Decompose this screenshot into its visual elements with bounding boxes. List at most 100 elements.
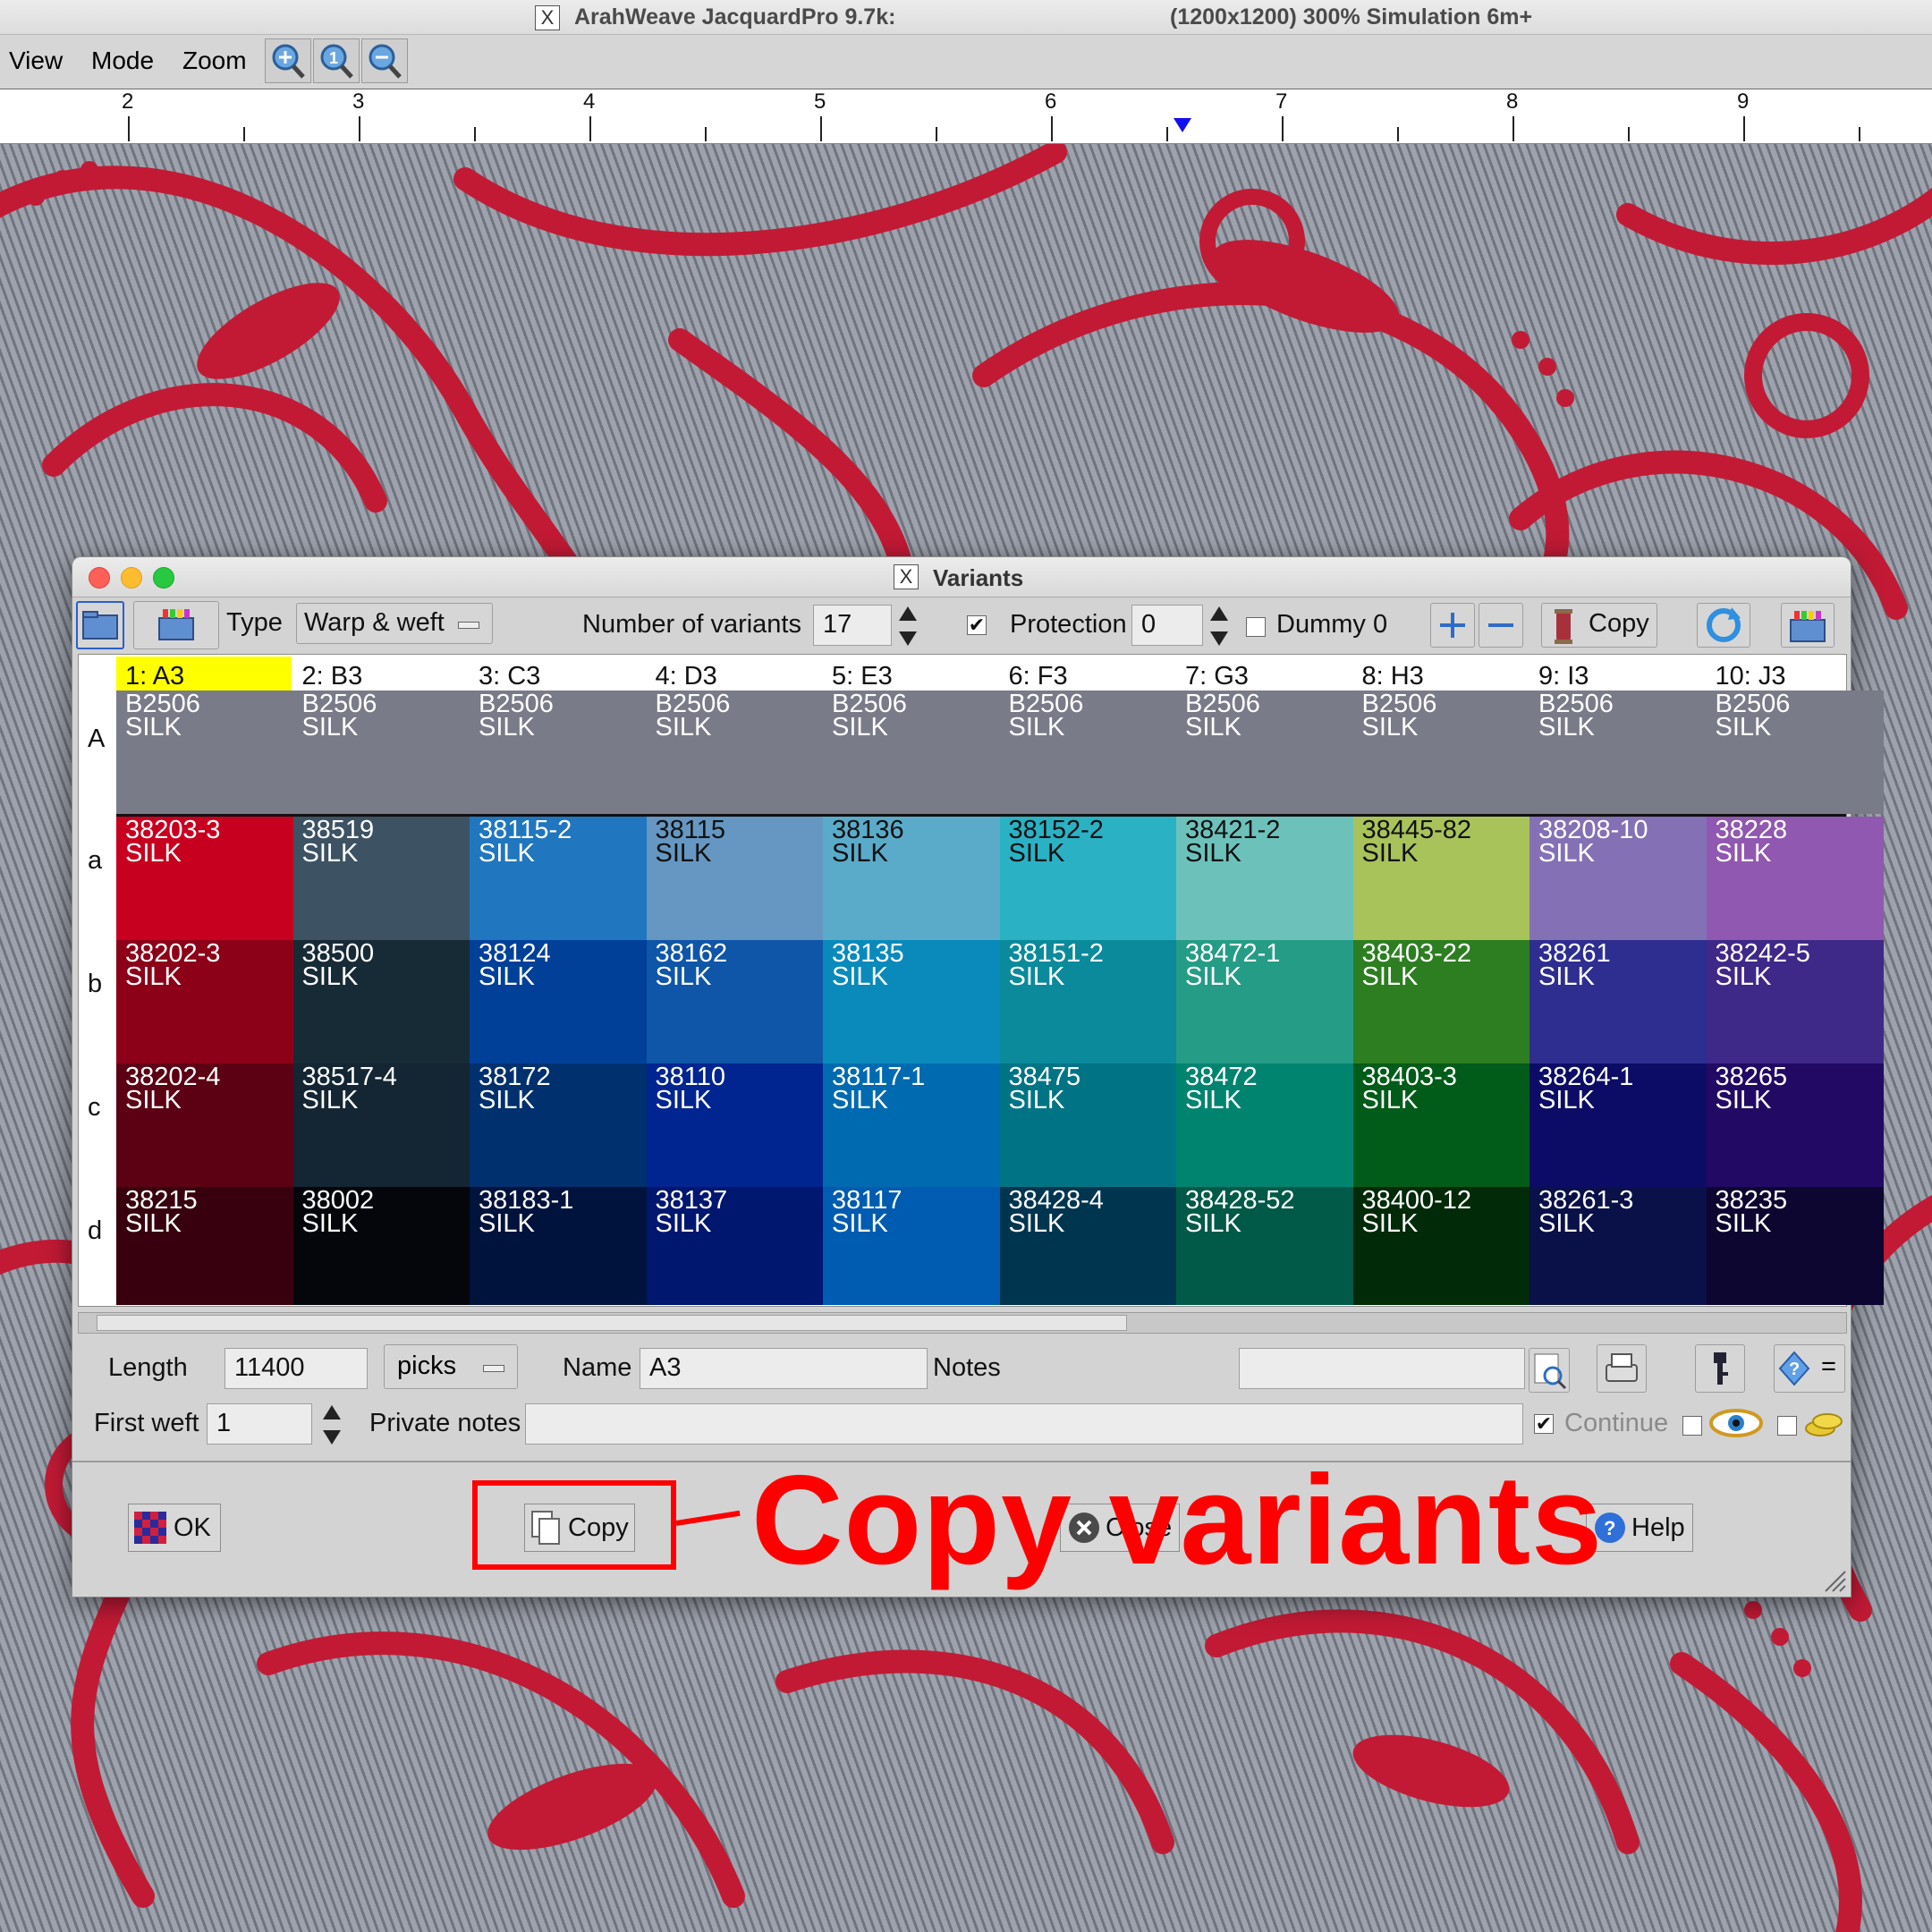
yarn-cell[interactable]: B2506 SILK [292,691,470,814]
yarn-cell[interactable]: 38264-1 SILK [1530,1063,1707,1187]
zoom-in-button[interactable] [265,38,311,83]
name-input[interactable]: A3 [640,1348,928,1389]
yarn-cell[interactable]: 38208-10 SILK [1530,817,1707,940]
minimize-window-button[interactable] [121,567,142,589]
yarn-cell[interactable]: B2506 SILK [1706,691,1884,814]
yarn-cell[interactable]: 38472 SILK [1176,1063,1353,1187]
remove-variant-button[interactable] [1479,603,1523,648]
yarn-cell[interactable]: B2506 SILK [1530,691,1707,814]
yarn-cell[interactable]: 38228 SILK [1706,817,1884,940]
private-notes-input[interactable] [525,1403,1523,1445]
yarn-cell[interactable]: 38137 SILK [646,1187,824,1305]
zoom-actual-button[interactable]: 1 [313,38,360,83]
yarn-cell[interactable]: 38151-2 SILK [999,940,1177,1063]
yarn-cell[interactable]: 38115-2 SILK [470,817,647,940]
coins-checkbox[interactable] [1777,1416,1797,1436]
unit-dropdown[interactable]: picks [384,1344,518,1389]
column-header[interactable]: 5: E3 [823,662,1000,691]
column-header[interactable]: 1: A3 [116,662,293,691]
yarn-cell[interactable]: B2506 SILK [823,691,1000,814]
yarn-cell[interactable]: B2506 SILK [1176,691,1353,814]
column-header[interactable]: 2: B3 [293,662,470,691]
yarn-cell[interactable]: 38117 SILK [823,1187,1000,1305]
help-mode-button[interactable]: ? = [1774,1344,1845,1393]
print-button[interactable] [1597,1344,1647,1393]
column-header[interactable]: 10: J3 [1707,662,1884,691]
yarn-cell[interactable]: 38428-4 SILK [999,1187,1177,1305]
notes-input[interactable] [1239,1348,1525,1389]
copy-yarn-button[interactable]: Copy [1541,603,1657,648]
yarn-cell[interactable]: 38445-82 SILK [1352,817,1530,940]
yarn-cell[interactable]: B2506 SILK [1352,691,1530,814]
horizontal-scrollbar[interactable] [78,1312,1847,1334]
protection-spinner[interactable] [1208,605,1230,649]
column-header[interactable]: 3: C3 [470,662,647,691]
yarn-cell[interactable]: 38215 SILK [116,1187,293,1305]
first-weft-spinner[interactable] [321,1403,343,1448]
column-header[interactable]: 9: I3 [1530,662,1707,691]
yarn-cell[interactable]: 38403-22 SILK [1352,940,1530,1063]
add-variant-button[interactable] [1430,603,1475,648]
yarn-cell[interactable]: 38265 SILK [1706,1063,1884,1187]
eye-checkbox[interactable] [1682,1416,1702,1436]
column-header[interactable]: 6: F3 [1000,662,1177,691]
search-notes-button[interactable] [1529,1348,1570,1393]
yarn-cell[interactable]: 38202-4 SILK [116,1063,293,1187]
yarn-cell[interactable]: 38517-4 SILK [292,1063,470,1187]
yarn-cell[interactable]: 38183-1 SILK [470,1187,647,1305]
yarn-cell[interactable]: 38235 SILK [1706,1187,1884,1305]
yarn-cell[interactable]: B2506 SILK [116,691,293,814]
yarn-cell[interactable]: B2506 SILK [999,691,1177,814]
yarn-cell[interactable]: 38475 SILK [999,1063,1177,1187]
yarn-cell[interactable]: 38500 SILK [292,940,470,1063]
yarn-cell[interactable]: 38115 SILK [646,817,824,940]
type-dropdown[interactable]: Warp & weft [296,603,493,644]
yarn-cell[interactable]: 38472-1 SILK [1176,940,1353,1063]
yarn-cell[interactable]: 38172 SILK [470,1063,647,1187]
ok-button[interactable]: OK [128,1504,221,1552]
variants-spinner[interactable] [897,605,919,649]
yarn-cell[interactable]: 38110 SILK [646,1063,824,1187]
protection-checkbox[interactable]: ✔ [967,615,987,635]
resize-grip-icon[interactable] [1822,1568,1847,1593]
yarn-cell[interactable]: 38124 SILK [470,940,647,1063]
yarn-cell[interactable]: B2506 SILK [646,691,824,814]
yarn-cell[interactable]: 38136 SILK [823,817,1000,940]
continue-checkbox[interactable]: ✔ [1534,1414,1554,1434]
yarn-cell[interactable]: 38152-2 SILK [999,817,1177,940]
menu-view[interactable]: View [9,47,63,75]
yarn-cell[interactable]: 38117-1 SILK [823,1063,1000,1187]
refresh-button[interactable] [1697,603,1750,648]
yarn-cell[interactable]: 38400-12 SILK [1352,1187,1530,1305]
first-weft-input[interactable]: 1 [207,1403,312,1445]
yarn-cell[interactable]: 38403-3 SILK [1352,1063,1530,1187]
column-header[interactable]: 4: D3 [647,662,824,691]
scrollbar-thumb[interactable] [97,1315,1127,1331]
yarn-cell[interactable]: B2506 SILK [470,691,647,814]
open-button[interactable] [76,601,124,649]
variants-grid[interactable]: 1: A3 2: B3 3: C3 4: D3 5: E3 6: F3 7: G3 8: H3… [78,654,1884,1307]
yarn-cell[interactable]: 38261 SILK [1530,940,1707,1063]
yarn-cell[interactable]: 38202-3 SILK [116,940,293,1063]
yarn-cell[interactable]: 38519 SILK [292,817,470,940]
yarn-cell[interactable]: 38242-5 SILK [1706,940,1884,1063]
yarn-cell[interactable]: 38428-52 SILK [1176,1187,1353,1305]
yarn-cell[interactable]: 38135 SILK [823,940,1000,1063]
yarn-cell[interactable]: 38421-2 SILK [1176,817,1353,940]
palette-button[interactable] [1781,603,1835,648]
menu-zoom[interactable]: Zoom [182,47,247,75]
yarn-cell[interactable]: 38261-3 SILK [1530,1187,1707,1305]
length-input[interactable]: 11400 [225,1348,368,1389]
column-header[interactable]: 7: G3 [1176,662,1353,691]
menu-mode[interactable]: Mode [91,47,154,75]
yarn-cell[interactable]: 38203-3 SILK [116,817,293,940]
protection-input[interactable]: 0 [1131,605,1203,646]
close-window-button[interactable] [89,567,110,589]
ruler-marker-icon[interactable] [1174,118,1191,132]
yarn-cell[interactable]: 38162 SILK [646,940,824,1063]
zoom-out-button[interactable] [361,38,408,83]
palette-folder-button[interactable] [133,601,219,649]
key-button[interactable] [1695,1344,1745,1393]
number-of-variants-input[interactable]: 17 [813,605,892,646]
column-header[interactable]: 8: H3 [1353,662,1530,691]
